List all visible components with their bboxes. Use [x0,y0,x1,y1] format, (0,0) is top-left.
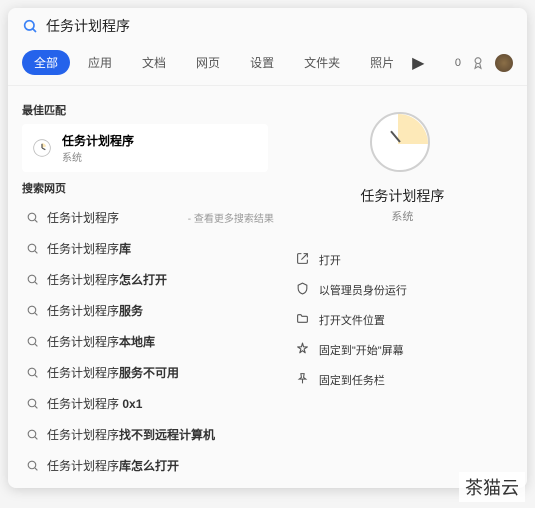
clock-icon [370,112,430,172]
tab-folders[interactable]: 文件夹 [292,50,352,75]
web-result-item[interactable]: 任务计划程序找不到远程计算机 [22,419,278,450]
section-search-web: 搜索网页 [22,180,278,196]
rewards-icon[interactable] [471,56,485,70]
search-icon [26,459,39,472]
admin-icon [296,282,309,298]
search-input[interactable] [46,18,513,34]
action-pin-task[interactable]: 固定到任务栏 [294,366,511,394]
search-window: 全部 应用 文档 网页 设置 文件夹 照片 ▶ 0 最佳匹配 任务计划程序 系统 [8,8,527,488]
search-icon [26,428,39,441]
task-scheduler-icon [32,138,52,158]
web-result-text: 任务计划程序找不到远程计算机 [47,426,274,443]
web-result-item[interactable]: 任务计划程序服务 [22,295,278,326]
tab-docs[interactable]: 文档 [130,50,178,75]
search-icon [26,273,39,286]
web-results-list: 任务计划程序 - 查看更多搜索结果任务计划程序库任务计划程序怎么打开任务计划程序服… [22,202,278,488]
web-result-text: 任务计划程序怎么打开 [47,271,274,288]
results-pane: 最佳匹配 任务计划程序 系统 搜索网页 任务计划程序- 查看更多搜索结果任务计划… [8,86,278,488]
badge-count: 0 [455,57,461,69]
web-result-text: 任务计划程序 [47,209,176,226]
tab-all[interactable]: 全部 [22,50,70,75]
preview-sub: 系统 [391,208,413,224]
preview-pane: 任务计划程序 系统 打开以管理员身份运行打开文件位置固定到"开始"屏幕固定到任务… [278,86,527,488]
tab-photos[interactable]: 照片 [358,50,406,75]
action-label: 打开文件位置 [319,312,385,328]
filter-tabs: 全部 应用 文档 网页 设置 文件夹 照片 ▶ 0 [8,44,527,86]
web-result-item[interactable]: 任务计划程序怎么打开 [22,264,278,295]
web-result-item[interactable]: 任务计划程序 - 查看更多搜索结果 [22,202,278,233]
web-hint: - 查看更多搜索结果 [188,210,274,225]
search-icon [26,335,39,348]
web-result-text: 任务计划程序本地库 [47,333,274,350]
action-label: 打开 [319,252,341,268]
best-match-sub: 系统 [62,149,134,164]
action-label: 固定到任务栏 [319,372,385,388]
web-result-item[interactable]: 任务计划程序库 [22,233,278,264]
action-admin[interactable]: 以管理员身份运行 [294,276,511,304]
content: 最佳匹配 任务计划程序 系统 搜索网页 任务计划程序- 查看更多搜索结果任务计划… [8,86,527,488]
web-result-text: 任务计划程序库怎么打开 [47,457,274,474]
section-best-match: 最佳匹配 [22,102,278,118]
folder-icon [296,312,309,328]
web-result-item[interactable]: 任务计划程序服务不可用 [22,357,278,388]
actions-list: 打开以管理员身份运行打开文件位置固定到"开始"屏幕固定到任务栏 [294,246,511,394]
watermark: 茶猫云 [459,472,525,502]
action-pin-start[interactable]: 固定到"开始"屏幕 [294,336,511,364]
open-icon [296,252,309,268]
web-result-text: 任务计划程序 0x1 [47,395,274,412]
search-icon [26,211,39,224]
action-open[interactable]: 打开 [294,246,511,274]
web-result-item[interactable]: 任务计划程序本地库 [22,326,278,357]
best-match-item[interactable]: 任务计划程序 系统 [22,124,268,172]
tabs-right: 0 [455,54,513,72]
search-icon [26,397,39,410]
action-label: 以管理员身份运行 [319,282,407,298]
tab-settings[interactable]: 设置 [238,50,286,75]
search-icon [26,242,39,255]
search-bar [8,8,527,44]
tab-web[interactable]: 网页 [184,50,232,75]
preview-icon [370,112,434,176]
web-result-text: 任务计划程序库 [47,240,274,257]
best-match-title: 任务计划程序 [62,132,134,149]
avatar[interactable] [495,54,513,72]
search-icon [26,304,39,317]
web-result-item[interactable]: 任务计划程序 历史记录已禁用 [22,481,278,488]
pin-task-icon [296,372,309,388]
web-result-item[interactable]: 任务计划程序库怎么打开 [22,450,278,481]
web-result-text: 任务计划程序服务 [47,302,274,319]
search-icon [26,366,39,379]
pin-start-icon [296,342,309,358]
preview-title: 任务计划程序 [360,186,444,206]
web-result-text: 任务计划程序服务不可用 [47,364,274,381]
action-label: 固定到"开始"屏幕 [319,342,404,358]
web-result-item[interactable]: 任务计划程序 0x1 [22,388,278,419]
action-folder[interactable]: 打开文件位置 [294,306,511,334]
tab-apps[interactable]: 应用 [76,50,124,75]
more-tabs-arrow[interactable]: ▶ [412,53,424,73]
search-icon [22,18,38,34]
